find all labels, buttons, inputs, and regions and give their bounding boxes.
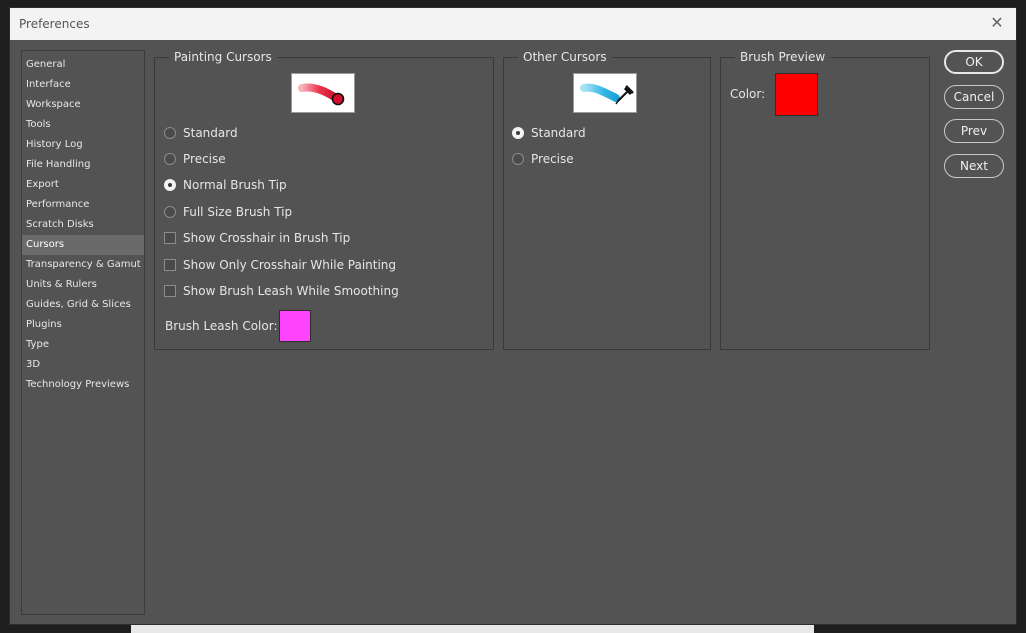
sidebar-item-scratch-disks[interactable]: Scratch Disks xyxy=(22,215,144,235)
checkbox-brush-leash-label: Show Brush Leash While Smoothing xyxy=(183,284,399,298)
sidebar-item-workspace[interactable]: Workspace xyxy=(22,95,144,115)
brush-preview-color-label: Color: xyxy=(730,87,766,101)
radio-precise-label: Precise xyxy=(183,152,226,166)
brush-preview-legend: Brush Preview xyxy=(735,50,831,64)
other-radio-standard-label: Standard xyxy=(531,126,586,140)
radio-standard[interactable]: Standard xyxy=(164,124,238,142)
checkbox-show-crosshair-label: Show Crosshair in Brush Tip xyxy=(183,231,351,245)
radio-full-size-brush-tip[interactable]: Full Size Brush Tip xyxy=(164,203,292,221)
radio-standard-label: Standard xyxy=(183,126,238,140)
preferences-dialog: Preferences ✕ General Interface Workspac… xyxy=(9,7,1017,625)
painting-cursors-group: Painting Cursors Standard Precise Normal… xyxy=(154,50,494,350)
checkbox-brush-leash[interactable]: Show Brush Leash While Smoothing xyxy=(164,282,399,300)
window-title: Preferences xyxy=(19,17,90,31)
other-cursors-legend: Other Cursors xyxy=(518,50,612,64)
brush-preview-color-swatch[interactable] xyxy=(775,73,818,116)
next-button[interactable]: Next xyxy=(944,154,1004,178)
other-radio-precise-label: Precise xyxy=(531,152,574,166)
sidebar-item-history-log[interactable]: History Log xyxy=(22,135,144,155)
other-radio-precise-control[interactable] xyxy=(512,153,524,165)
sidebar-item-3d[interactable]: 3D xyxy=(22,355,144,375)
sidebar-item-file-handling[interactable]: File Handling xyxy=(22,155,144,175)
sidebar-item-technology-previews[interactable]: Technology Previews xyxy=(22,375,144,395)
radio-normal-brush-tip-control[interactable] xyxy=(164,179,176,191)
brush-leash-color-swatch[interactable] xyxy=(279,310,311,342)
sidebar-item-tools[interactable]: Tools xyxy=(22,115,144,135)
preferences-sidebar: General Interface Workspace Tools Histor… xyxy=(21,50,145,615)
other-radio-standard-control[interactable] xyxy=(512,127,524,139)
brush-preview-group: Brush Preview Color: xyxy=(720,50,930,350)
radio-full-size-brush-tip-label: Full Size Brush Tip xyxy=(183,205,293,219)
ok-button[interactable]: OK xyxy=(944,50,1004,74)
checkbox-only-crosshair[interactable]: Show Only Crosshair While Painting xyxy=(164,256,396,274)
radio-normal-brush-tip[interactable]: Normal Brush Tip xyxy=(164,176,287,194)
sidebar-item-interface[interactable]: Interface xyxy=(22,75,144,95)
checkbox-only-crosshair-control[interactable] xyxy=(164,259,176,271)
prev-button[interactable]: Prev xyxy=(944,119,1004,143)
checkbox-show-crosshair[interactable]: Show Crosshair in Brush Tip xyxy=(164,229,350,247)
sidebar-item-guides-grid-slices[interactable]: Guides, Grid & Slices xyxy=(22,295,144,315)
sidebar-item-general[interactable]: General xyxy=(22,55,144,75)
sidebar-item-type[interactable]: Type xyxy=(22,335,144,355)
checkbox-only-crosshair-label: Show Only Crosshair While Painting xyxy=(183,258,397,272)
sidebar-item-cursors[interactable]: Cursors xyxy=(22,235,144,255)
other-radio-standard[interactable]: Standard xyxy=(512,124,586,142)
close-icon[interactable]: ✕ xyxy=(986,12,1008,34)
other-cursors-group: Other Cursors Standard Precise xyxy=(503,50,711,350)
sidebar-item-performance[interactable]: Performance xyxy=(22,195,144,215)
radio-full-size-brush-tip-control[interactable] xyxy=(164,206,176,218)
radio-precise[interactable]: Precise xyxy=(164,150,226,168)
radio-precise-control[interactable] xyxy=(164,153,176,165)
cancel-button[interactable]: Cancel xyxy=(944,85,1004,109)
sidebar-item-export[interactable]: Export xyxy=(22,175,144,195)
checkbox-brush-leash-control[interactable] xyxy=(164,285,176,297)
eyedropper-stroke-icon xyxy=(573,73,637,113)
sidebar-item-transparency-gamut[interactable]: Transparency & Gamut xyxy=(22,255,144,275)
sidebar-item-units-rulers[interactable]: Units & Rulers xyxy=(22,275,144,295)
radio-normal-brush-tip-label: Normal Brush Tip xyxy=(183,178,287,192)
painting-cursors-legend: Painting Cursors xyxy=(169,50,277,64)
radio-standard-control[interactable] xyxy=(164,127,176,139)
other-radio-precise[interactable]: Precise xyxy=(512,150,574,168)
title-bar: Preferences ✕ xyxy=(10,8,1016,40)
brush-stroke-circle-icon xyxy=(291,73,355,113)
sidebar-item-plugins[interactable]: Plugins xyxy=(22,315,144,335)
brush-leash-color-label: Brush Leash Color: xyxy=(165,319,278,333)
checkbox-show-crosshair-control[interactable] xyxy=(164,232,176,244)
